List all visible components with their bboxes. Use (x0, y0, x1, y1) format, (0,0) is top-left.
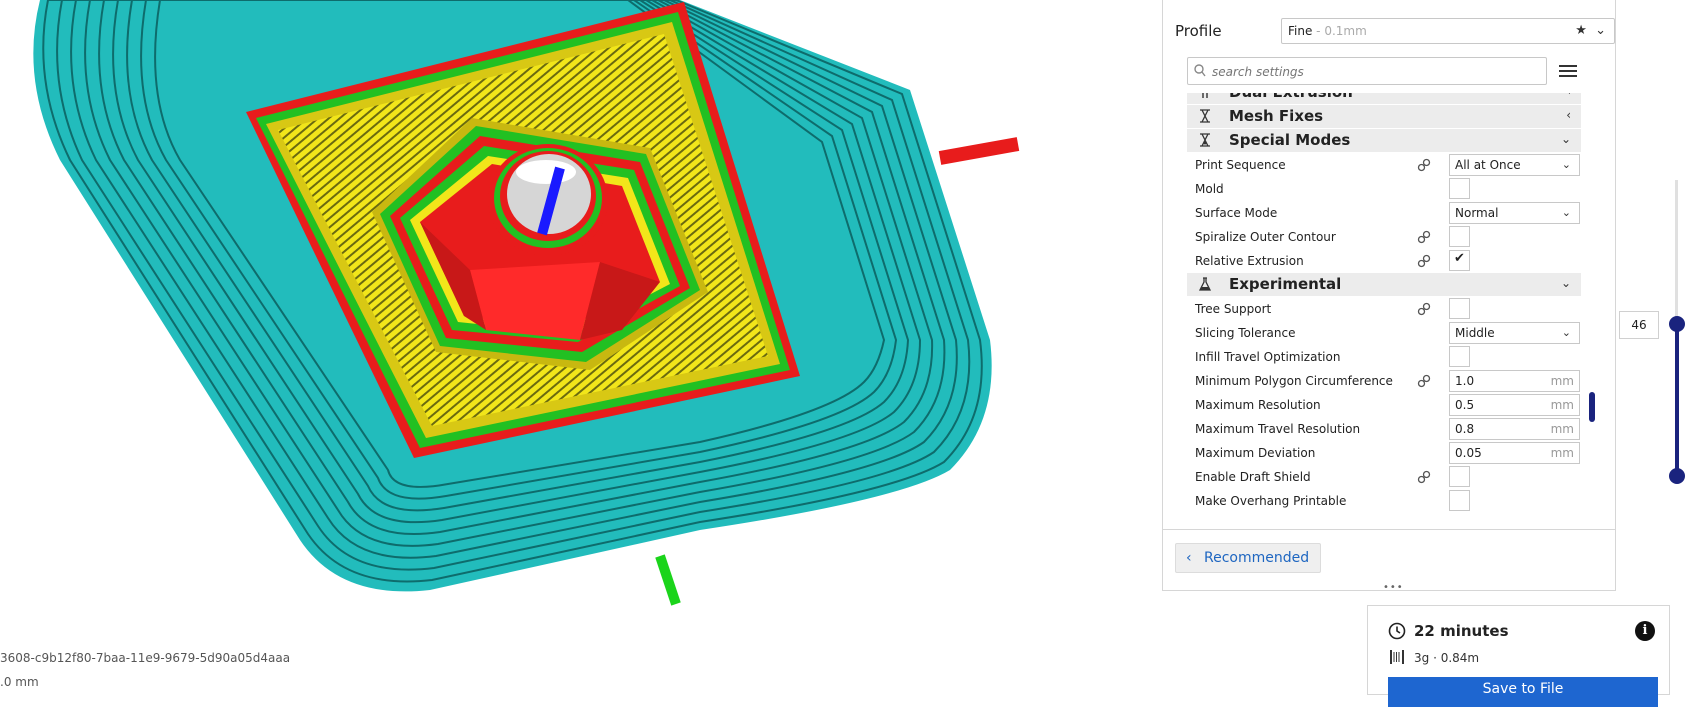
chevron-down-icon: ⌄ (1560, 132, 1571, 146)
min-polygon-input[interactable]: 1.0 mm (1449, 370, 1580, 392)
profile-layer-height: - 0.1mm (1312, 24, 1367, 38)
chevron-down-icon: ⌄ (1561, 206, 1571, 219)
chevron-left-icon: ‹ (1186, 550, 1192, 566)
spiralize-checkbox[interactable] (1449, 226, 1470, 247)
print-time: 22 minutes (1414, 622, 1509, 640)
check-icon: ✔ (1454, 251, 1465, 266)
setting-mold: Mold (1187, 177, 1599, 202)
search-input[interactable] (1210, 61, 1544, 83)
category-mesh-fixes[interactable]: Mesh Fixes ‹ (1187, 105, 1581, 128)
tree-support-checkbox[interactable] (1449, 298, 1470, 319)
setting-surface-mode: Surface Mode Normal ⌄ (1187, 201, 1599, 226)
category-experimental[interactable]: Experimental ⌄ (1187, 273, 1581, 296)
material-usage: 3g · 0.84m (1414, 651, 1480, 665)
max-deviation-input[interactable]: 0.05 mm (1449, 442, 1580, 464)
clock-icon (1388, 622, 1406, 640)
panel-resize-handle[interactable]: ••• (1383, 582, 1404, 593)
setting-print-sequence: Print Sequence All at Once ⌄ (1187, 153, 1599, 178)
chevron-down-icon: ⌄ (1560, 276, 1571, 290)
mesh-fixes-icon (1200, 109, 1210, 123)
panel-footer: ‹ Recommended ••• (1163, 529, 1615, 593)
link-icon[interactable] (1417, 374, 1431, 388)
category-special-modes[interactable]: Special Modes ⌄ (1187, 129, 1581, 152)
special-modes-icon (1200, 133, 1210, 147)
slider-lower-handle[interactable] (1669, 468, 1685, 484)
link-icon[interactable] (1417, 470, 1431, 484)
profile-label: Profile (1175, 22, 1222, 40)
object-dimension-label: .0 mm (0, 675, 39, 689)
recommended-button[interactable]: ‹ Recommended (1175, 543, 1321, 573)
flask-icon (1198, 277, 1212, 291)
print-sequence-dropdown[interactable]: All at Once ⌄ (1449, 154, 1580, 176)
setting-overhang-printable: Make Overhang Printable (1187, 489, 1599, 514)
slider-range (1675, 324, 1679, 478)
profile-dropdown[interactable]: Fine - 0.1mm ★ ⌄ (1281, 18, 1615, 44)
settings-scrollbar[interactable] (1589, 392, 1595, 422)
max-travel-resolution-input[interactable]: 0.8 mm (1449, 418, 1580, 440)
link-icon[interactable] (1417, 158, 1431, 172)
relative-extrusion-checkbox[interactable]: ✔ (1449, 250, 1470, 271)
y-axis-indicator (655, 554, 681, 606)
search-icon (1194, 64, 1206, 77)
link-icon[interactable] (1417, 230, 1431, 244)
dual-extrusion-icon (1202, 93, 1208, 98)
print-settings-panel: Profile Fine - 0.1mm ★ ⌄ Dual Extrusion … (1162, 0, 1616, 593)
layer-number-input[interactable]: 46 (1619, 311, 1659, 339)
link-icon[interactable] (1417, 302, 1431, 316)
profile-row: Profile Fine - 0.1mm ★ ⌄ (1175, 16, 1615, 46)
surface-mode-dropdown[interactable]: Normal ⌄ (1449, 202, 1580, 224)
save-to-file-button[interactable]: Save to File (1388, 677, 1658, 707)
overhang-printable-checkbox[interactable] (1449, 490, 1470, 511)
draft-shield-checkbox[interactable] (1449, 466, 1470, 487)
chevron-down-icon: ⌄ (1561, 158, 1571, 171)
setting-max-resolution: Maximum Resolution 0.5 mm (1187, 393, 1599, 418)
layer-slider[interactable]: 46 (1600, 180, 1687, 500)
settings-list[interactable]: Dual Extrusion ‹ Mesh Fixes ‹ Special Mo… (1187, 93, 1599, 529)
setting-relative-extrusion: Relative Extrusion ✔ (1187, 249, 1599, 274)
chevron-left-icon: ‹ (1566, 93, 1571, 98)
object-id-label: 3608-c9b12f80-7baa-11e9-9679-5d90a05d4aa… (0, 651, 291, 665)
chevron-down-icon: ⌄ (1561, 326, 1571, 339)
print-info-panel: 22 minutes i 3g · 0.84m Save to File (1367, 605, 1670, 707)
setting-slicing-tolerance: Slicing Tolerance Middle ⌄ (1187, 321, 1599, 346)
setting-draft-shield: Enable Draft Shield (1187, 465, 1599, 490)
category-dual-extrusion[interactable]: Dual Extrusion ‹ (1187, 93, 1581, 104)
slicing-tolerance-dropdown[interactable]: Middle ⌄ (1449, 322, 1580, 344)
search-box[interactable] (1187, 57, 1547, 85)
x-axis-indicator (938, 137, 1020, 165)
setting-tree-support: Tree Support (1187, 297, 1599, 322)
spool-icon (1390, 650, 1404, 664)
link-icon[interactable] (1417, 254, 1431, 268)
setting-spiralize: Spiralize Outer Contour (1187, 225, 1599, 250)
settings-menu-icon[interactable] (1559, 63, 1577, 79)
infill-travel-checkbox[interactable] (1449, 346, 1470, 367)
info-icon[interactable]: i (1635, 621, 1655, 641)
max-resolution-input[interactable]: 0.5 mm (1449, 394, 1580, 416)
setting-min-polygon: Minimum Polygon Circumference 1.0 mm (1187, 369, 1599, 394)
mold-checkbox[interactable] (1449, 178, 1470, 199)
profile-name: Fine (1288, 24, 1313, 38)
setting-max-deviation: Maximum Deviation 0.05 mm (1187, 441, 1599, 466)
chevron-down-icon[interactable]: ⌄ (1595, 23, 1606, 38)
slider-upper-handle[interactable] (1669, 316, 1685, 332)
setting-max-travel-resolution: Maximum Travel Resolution 0.8 mm (1187, 417, 1599, 442)
chevron-left-icon: ‹ (1566, 108, 1571, 122)
setting-infill-travel: Infill Travel Optimization (1187, 345, 1599, 370)
star-icon[interactable]: ★ (1575, 23, 1587, 38)
